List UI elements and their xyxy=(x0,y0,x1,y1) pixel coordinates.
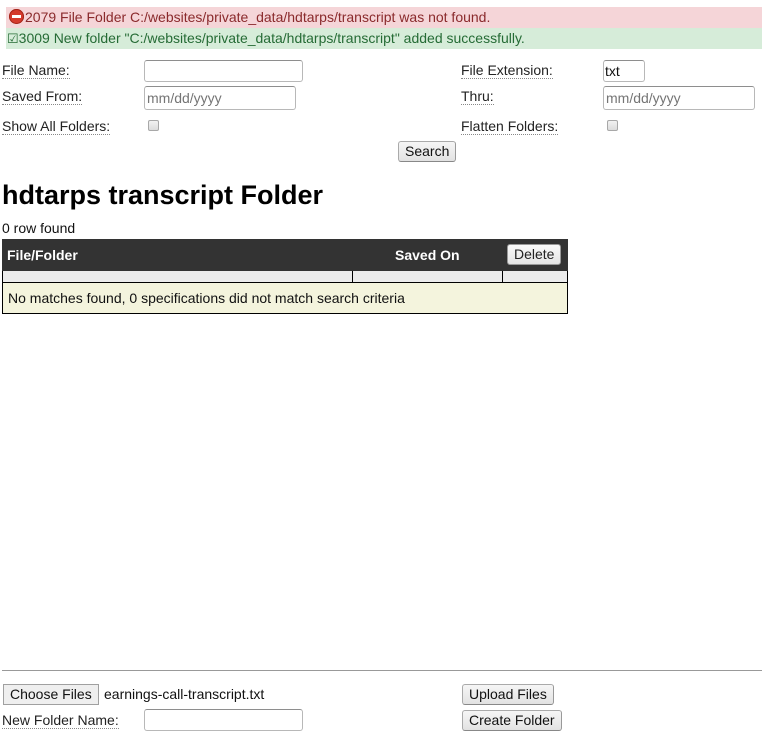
column-header-file-folder[interactable]: File/Folder xyxy=(7,247,78,263)
thru-date-input[interactable] xyxy=(603,86,755,110)
file-table: File/Folder Saved On Delete No matches f… xyxy=(2,239,568,314)
file-extension-input[interactable] xyxy=(603,60,645,82)
empty-table-message: No matches found, 0 specifications did n… xyxy=(2,283,568,314)
filter-cell-divider xyxy=(352,271,353,282)
create-folder-button[interactable]: Create Folder xyxy=(462,710,562,731)
no-entry-icon xyxy=(9,9,24,24)
table-filter-row xyxy=(2,271,568,283)
show-all-folders-label: Show All Folders: xyxy=(2,118,111,135)
error-message: 2079 File Folder C:/websites/private_dat… xyxy=(6,7,762,28)
saved-from-label: Saved From: xyxy=(2,88,83,105)
new-folder-name-label: New Folder Name: xyxy=(2,712,119,729)
error-message-text: 2079 File Folder C:/websites/private_dat… xyxy=(25,9,491,25)
saved-from-date-input[interactable] xyxy=(144,86,296,110)
file-extension-label: File Extension: xyxy=(461,62,553,79)
show-all-folders-checkbox[interactable] xyxy=(148,120,159,131)
table-header: File/Folder Saved On Delete xyxy=(2,239,568,271)
checkbox-checked-icon: ☑ xyxy=(7,31,19,46)
filter-cell-divider xyxy=(502,271,503,282)
thru-label: Thru: xyxy=(461,88,494,105)
flatten-folders-checkbox[interactable] xyxy=(607,120,618,131)
success-message-text: 3009 New folder "C:/websites/private_dat… xyxy=(18,30,525,46)
section-divider xyxy=(2,670,762,671)
choose-files-button[interactable]: Choose Files xyxy=(3,684,99,705)
flatten-folders-label: Flatten Folders: xyxy=(461,118,559,135)
success-message: ☑3009 New folder "C:/websites/private_da… xyxy=(6,28,762,49)
search-button[interactable]: Search xyxy=(398,141,457,162)
upload-files-button[interactable]: Upload Files xyxy=(462,684,554,705)
new-folder-name-input[interactable] xyxy=(144,709,303,731)
delete-button[interactable]: Delete xyxy=(507,244,562,265)
file-name-label: File Name: xyxy=(2,62,70,79)
file-name-input[interactable] xyxy=(144,60,303,82)
selected-file-name: earnings-call-transcript.txt xyxy=(104,686,265,702)
column-header-saved-on[interactable]: Saved On xyxy=(395,247,460,263)
row-count: 0 row found xyxy=(2,220,76,236)
page-title: hdtarps transcript Folder xyxy=(2,180,324,210)
